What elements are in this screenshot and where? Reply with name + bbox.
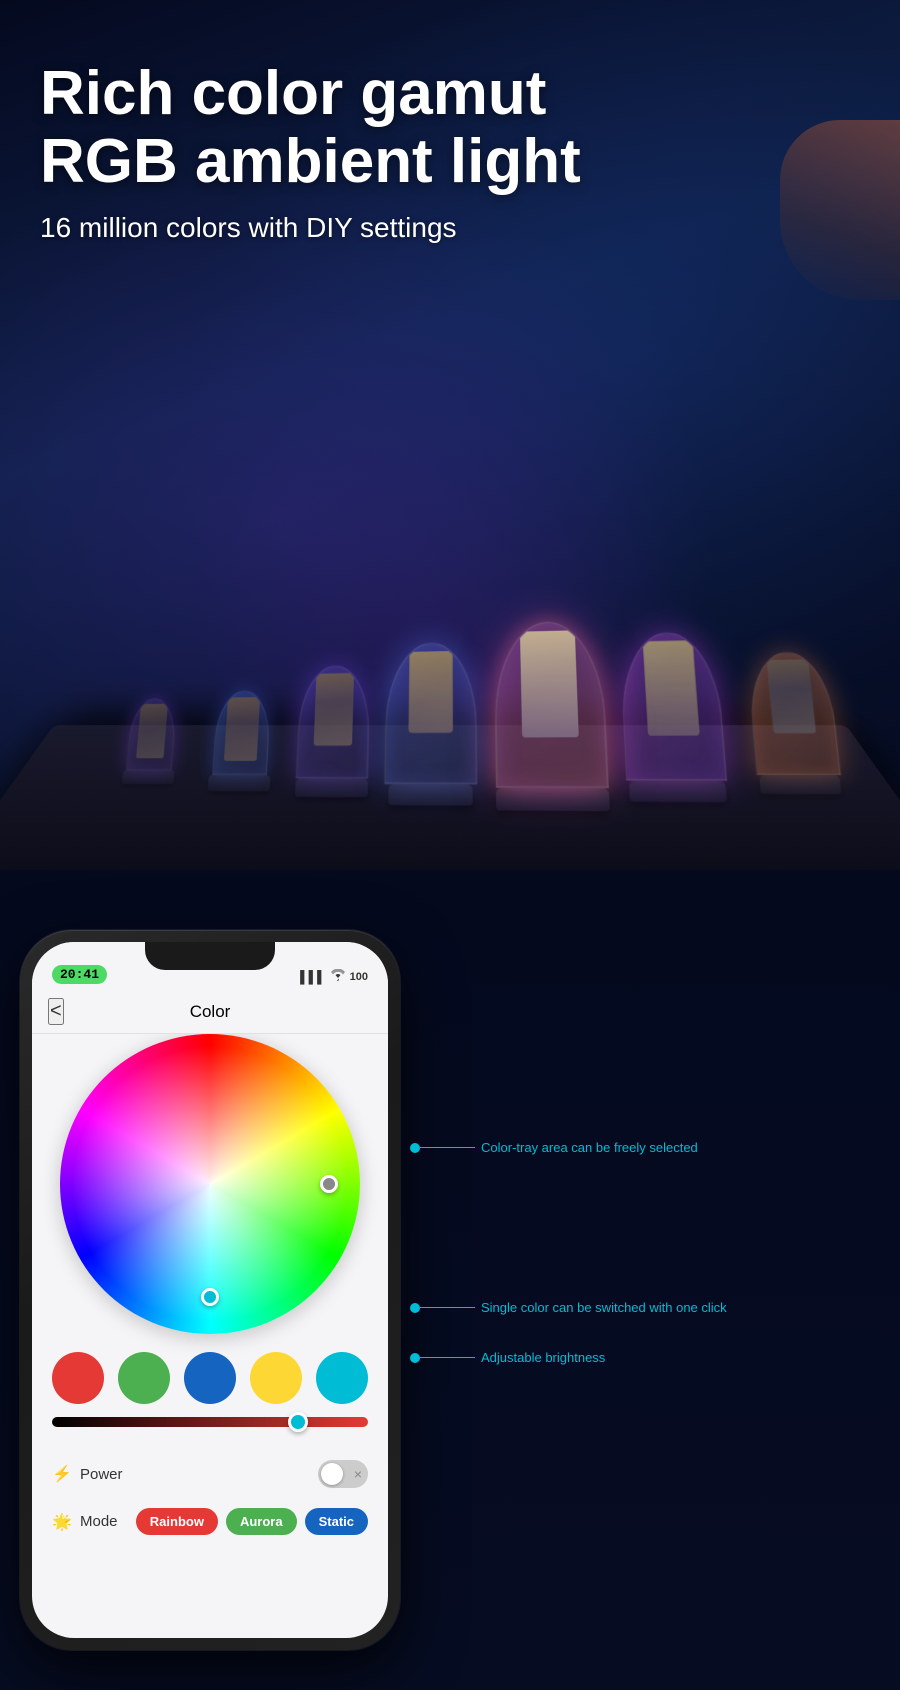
lamp-2 (208, 690, 275, 791)
swatch-red[interactable] (52, 1352, 104, 1404)
phone-mockup-wrapper: 20:41 ▌▌▌ 100 (20, 930, 440, 1650)
annotations: Color-tray area can be freely selected S… (440, 910, 880, 1630)
lamp-base-3 (295, 779, 368, 798)
lamp-photo-2 (224, 697, 260, 761)
power-bolt-icon: ⚡ (52, 1464, 72, 1484)
annotation-dot-1 (410, 1143, 420, 1153)
hero-section: Rich color gamut RGB ambient light 16 mi… (0, 0, 900, 870)
lamp-base-5 (496, 788, 610, 811)
lamp-base-4 (388, 784, 472, 805)
lamp-base-2 (208, 775, 271, 791)
phone-outer: 20:41 ▌▌▌ 100 (20, 930, 400, 1650)
lamp-3 (295, 665, 371, 797)
slider-thumb[interactable] (288, 1412, 308, 1432)
lamp-4 (384, 641, 478, 805)
annotation-brightness: Adjustable brightness (410, 1350, 605, 1365)
phone-screen: 20:41 ▌▌▌ 100 (32, 942, 388, 1638)
hero-text: Rich color gamut RGB ambient light 16 mi… (40, 60, 581, 244)
lamp-row (0, 390, 900, 870)
color-wheel[interactable] (60, 1034, 360, 1334)
lamp-dome-6 (619, 631, 728, 781)
phone-section: 20:41 ▌▌▌ 100 (0, 870, 900, 1690)
lamp-dome-2 (212, 690, 271, 775)
hero-title: Rich color gamut RGB ambient light (40, 60, 581, 196)
lamp-1 (122, 698, 181, 784)
mode-row: 🌟 Mode Rainbow Aurora Static (52, 1500, 368, 1543)
annotation-label-brightness: Adjustable brightness (481, 1350, 605, 1365)
mode-label: Mode (80, 1513, 118, 1530)
power-toggle[interactable] (318, 1460, 368, 1488)
signal-icon: ▌▌▌ (300, 970, 326, 984)
lamp-base-6 (628, 781, 726, 802)
page-wrapper: Rich color gamut RGB ambient light 16 mi… (0, 0, 900, 1690)
color-wheel-container (52, 1034, 368, 1334)
lamp-photo-1 (136, 704, 168, 758)
annotation-label-single-color: Single color can be switched with one cl… (481, 1300, 727, 1315)
lamps-container (35, 612, 900, 813)
color-swatches (52, 1352, 368, 1404)
slider-track (52, 1417, 368, 1427)
mode-aurora-button[interactable]: Aurora (226, 1508, 297, 1535)
mode-buttons: Rainbow Aurora Static (136, 1508, 368, 1535)
annotation-single-color: Single color can be switched with one cl… (410, 1300, 727, 1315)
lamp-dome-4 (384, 641, 477, 784)
power-toggle-thumb (321, 1463, 343, 1485)
status-time: 20:41 (52, 965, 107, 984)
lamp-6 (619, 631, 729, 802)
swatch-green[interactable] (118, 1352, 170, 1404)
mode-icon: 🌟 (52, 1512, 72, 1532)
lamp-dome-5 (494, 620, 609, 788)
power-label: Power (80, 1466, 123, 1483)
status-icons: ▌▌▌ 100 (300, 969, 368, 984)
swatch-blue[interactable] (184, 1352, 236, 1404)
annotation-color-tray: Color-tray area can be freely selected (410, 1140, 698, 1155)
phone-notch (145, 942, 275, 970)
lamp-photo-6 (642, 640, 699, 735)
swatch-yellow[interactable] (250, 1352, 302, 1404)
lamp-base-1 (122, 770, 175, 784)
annotation-dot-2 (410, 1303, 420, 1313)
lamp-5 (494, 620, 610, 811)
back-button[interactable]: < (48, 998, 64, 1025)
lamp-dome-7 (746, 651, 841, 775)
lamp-dome-1 (126, 698, 178, 770)
lamp-photo-3 (314, 673, 354, 746)
lamp-7 (746, 651, 844, 794)
annotation-dot-3 (410, 1353, 420, 1363)
wifi-icon (330, 969, 346, 984)
lamp-photo-4 (409, 651, 453, 733)
power-row: ⚡ Power (52, 1452, 368, 1496)
annotation-line-1 (420, 1147, 475, 1148)
hero-subtitle: 16 million colors with DIY settings (40, 212, 581, 244)
color-wheel-handle[interactable] (320, 1175, 338, 1193)
color-wheel-handle-bottom[interactable] (201, 1288, 219, 1306)
mode-static-button[interactable]: Static (305, 1508, 368, 1535)
battery-text: 100 (350, 971, 368, 983)
lamp-base-7 (759, 775, 841, 794)
annotation-line-2 (420, 1307, 475, 1308)
annotation-label-color-tray: Color-tray area can be freely selected (481, 1140, 698, 1155)
app-header: < Color (32, 990, 388, 1034)
lamp-photo-5 (520, 630, 579, 737)
annotation-line-3 (420, 1357, 475, 1358)
mode-rainbow-button[interactable]: Rainbow (136, 1508, 218, 1535)
lamp-photo-7 (766, 659, 815, 733)
lamp-dome-3 (296, 665, 371, 779)
brightness-slider[interactable] (52, 1417, 368, 1427)
app-title: Color (190, 1002, 231, 1022)
swatch-cyan[interactable] (316, 1352, 368, 1404)
